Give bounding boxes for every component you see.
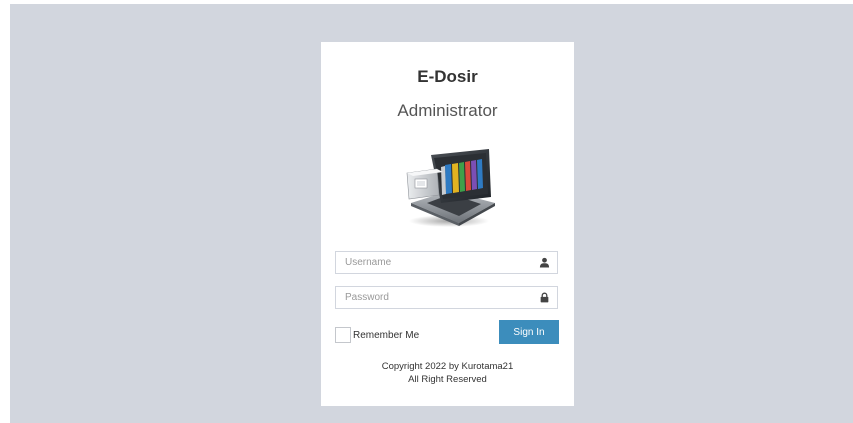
page-background: E-Dosir Administrator Username Remember … xyxy=(10,4,853,423)
user-icon xyxy=(539,257,550,268)
remember-me-checkbox[interactable] xyxy=(335,327,351,343)
copyright: Copyright 2022 by Kurotama21 All Right R… xyxy=(321,360,574,386)
role-title: Administrator xyxy=(397,101,498,120)
username-input[interactable] xyxy=(336,252,535,273)
rights-line: All Right Reserved xyxy=(408,374,487,385)
remember-me: Remember Me xyxy=(335,326,419,344)
password-input[interactable] xyxy=(336,287,535,308)
app-title: E-Dosir xyxy=(417,67,478,86)
username-field[interactable] xyxy=(335,251,558,274)
copyright-line: Copyright 2022 by Kurotama21 xyxy=(381,361,514,372)
laptop-file-cabinet-icon xyxy=(406,149,495,227)
login-card: E-Dosir Administrator Username Remember … xyxy=(321,42,574,406)
lock-icon xyxy=(540,292,549,303)
password-field[interactable] xyxy=(335,286,558,309)
remember-me-label: Remember Me xyxy=(353,329,420,341)
sign-in-button[interactable]: Sign In xyxy=(499,320,559,344)
